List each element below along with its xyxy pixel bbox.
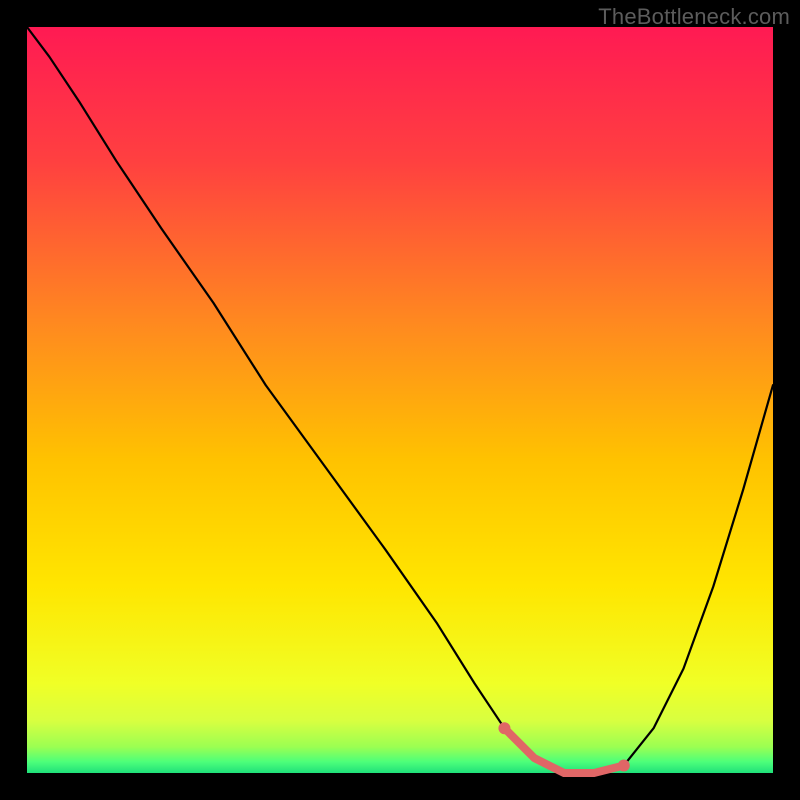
highlight-dot-right bbox=[618, 760, 630, 772]
chart-frame: TheBottleneck.com bbox=[0, 0, 800, 800]
watermark-text: TheBottleneck.com bbox=[598, 4, 790, 30]
highlight-dot-left bbox=[498, 722, 510, 734]
bottleneck-curve bbox=[27, 27, 773, 773]
curve-layer bbox=[27, 27, 773, 773]
highlight-segment bbox=[504, 728, 623, 773]
